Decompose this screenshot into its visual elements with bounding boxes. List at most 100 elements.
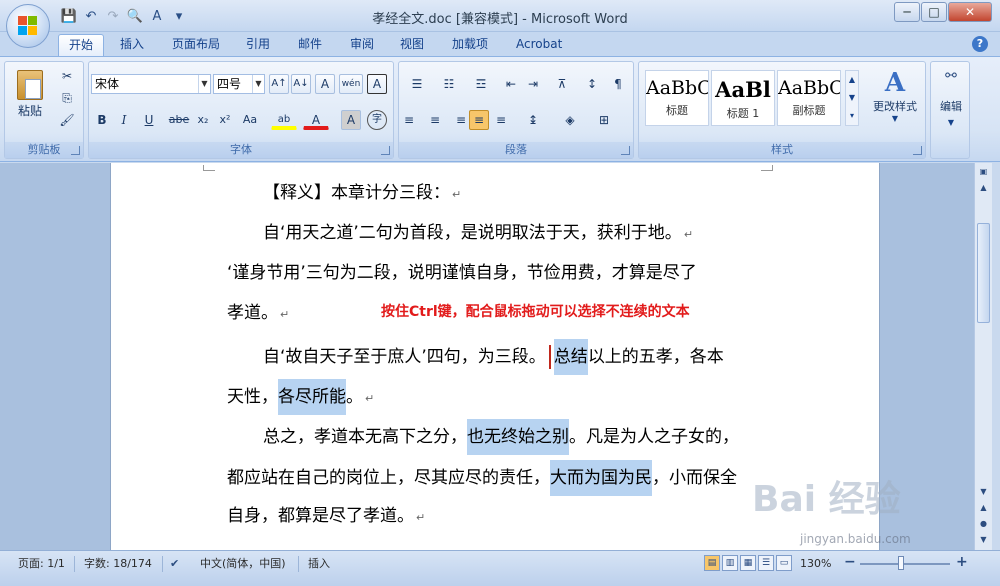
increase-indent-button[interactable]: ⇥ (523, 74, 543, 94)
outline-view-icon[interactable]: ☰ (758, 555, 774, 571)
numbering-button[interactable]: ☷ (435, 74, 463, 94)
character-shading-button[interactable]: A (341, 110, 361, 130)
tab-review[interactable]: 审阅 (340, 34, 384, 56)
chevron-down-icon[interactable]: ▼ (198, 75, 210, 93)
paste-label: 粘贴 (17, 104, 42, 118)
tab-page-layout[interactable]: 页面布局 (162, 34, 230, 56)
browse-object-icon[interactable]: ● (977, 517, 990, 531)
proofing-icon[interactable]: ✔ (170, 556, 179, 572)
scrollbar-thumb[interactable] (977, 223, 990, 323)
maximize-button[interactable]: □ (921, 2, 947, 22)
selected-text[interactable]: 总结 (553, 339, 588, 375)
editing-button[interactable]: ⚯ 编辑 ▼ (933, 68, 969, 138)
doc-line-text: 总之，孝道本无高下之分， (263, 427, 467, 447)
doc-line-text: 自身，都算是尽了孝道。 (227, 506, 414, 526)
bullets-button[interactable]: ☰ (403, 74, 431, 94)
tab-references[interactable]: 引用 (236, 34, 280, 56)
style-subtitle[interactable]: AaBbC 副标题 (777, 70, 841, 126)
font-launcher-icon[interactable] (381, 146, 390, 155)
center-button[interactable]: ≡ (425, 110, 445, 130)
zoom-slider-thumb[interactable] (898, 556, 904, 570)
style-title[interactable]: AaBbC 标题 (645, 70, 709, 126)
justify-button[interactable]: ≡ (469, 110, 489, 130)
zoom-level[interactable]: 130% (800, 556, 831, 572)
font-name-combo[interactable]: 宋体 ▼ (91, 74, 211, 94)
grow-font-button[interactable]: A↑ (269, 74, 289, 94)
minimize-button[interactable]: ─ (894, 2, 920, 22)
scroll-down-icon[interactable]: ▼ (977, 485, 990, 499)
superscript-button[interactable]: x² (215, 110, 235, 130)
next-page-icon[interactable]: ▼ (977, 533, 990, 547)
underline-button[interactable]: U (137, 110, 161, 130)
selected-text[interactable]: 各尽所能 (278, 379, 346, 415)
ruler-toggle-icon[interactable]: ▣ (977, 165, 990, 179)
zoom-slider[interactable] (860, 563, 950, 565)
tab-mailings[interactable]: 邮件 (288, 34, 332, 56)
styles-launcher-icon[interactable] (913, 146, 922, 155)
chevron-down-icon[interactable]: ▼ (252, 75, 264, 93)
highlight-button[interactable]: ab (271, 110, 297, 130)
copy-icon[interactable]: ⎘ (57, 88, 77, 108)
decrease-indent-button[interactable]: ⇤ (501, 74, 521, 94)
borders-button[interactable]: ⊞ (589, 110, 619, 130)
tab-home[interactable]: 开始 (58, 34, 105, 56)
clipboard-launcher-icon[interactable] (71, 146, 80, 155)
close-button[interactable]: ✕ (948, 2, 992, 22)
paragraph-launcher-icon[interactable] (621, 146, 630, 155)
strikethrough-button[interactable]: abe (167, 110, 191, 130)
draft-view-icon[interactable]: ▭ (776, 555, 792, 571)
change-case-button[interactable]: Aa (237, 110, 263, 130)
doc-line: 天性，各尽所能。 ↵ (227, 379, 374, 415)
character-border-button[interactable]: A (367, 74, 387, 94)
sort-button[interactable]: ↕ (581, 74, 603, 94)
tab-addins[interactable]: 加载项 (442, 34, 498, 56)
clear-formatting-button[interactable]: A (315, 74, 335, 94)
styles-scroll[interactable]: ▲ ▼ ▾ (845, 70, 859, 126)
bold-button[interactable]: B (93, 110, 111, 130)
selected-text[interactable]: 大而为国为民 (550, 460, 652, 496)
change-styles-button[interactable]: A 更改样式 ▼ (867, 68, 923, 128)
tab-view[interactable]: 视图 (390, 34, 434, 56)
subscript-button[interactable]: x₂ (193, 110, 213, 130)
show-marks-button[interactable]: ¶ (607, 74, 629, 94)
office-button[interactable] (6, 4, 50, 48)
line-spacing-button[interactable]: ↨ (519, 110, 547, 130)
paste-button[interactable]: 粘贴 (13, 68, 47, 124)
doc-line-text: 。 (346, 387, 363, 407)
shrink-font-button[interactable]: A↓ (291, 74, 311, 94)
web-layout-icon[interactable]: ▦ (740, 555, 756, 571)
style-heading-1[interactable]: AaBl 标题 1 (711, 70, 775, 126)
shading-button[interactable]: ◈ (555, 110, 585, 130)
scroll-up-icon[interactable]: ▲ (977, 181, 990, 195)
zoom-out-button[interactable]: − (844, 554, 856, 570)
zoom-in-button[interactable]: + (956, 554, 968, 570)
phonetic-guide-button[interactable]: wén (339, 74, 363, 94)
help-icon[interactable]: ? (972, 36, 988, 52)
distribute-button[interactable]: ≡ (491, 110, 511, 130)
selected-text[interactable]: 也无终始之别 (467, 419, 569, 455)
chinese-layout-button[interactable]: ⊼ (549, 74, 575, 94)
cut-icon[interactable]: ✂ (57, 66, 77, 86)
style-name: 副标题 (792, 104, 826, 117)
align-right-button[interactable]: ≡ (447, 110, 467, 130)
multilevel-list-button[interactable]: ☲ (467, 74, 495, 94)
full-screen-reading-icon[interactable]: ▥ (722, 555, 738, 571)
align-left-button[interactable]: ≡ (403, 110, 423, 130)
italic-button[interactable]: I (115, 110, 133, 130)
paragraph-mark-icon: ↵ (416, 511, 426, 524)
language-indicator[interactable]: 中文(简体，中国) (200, 556, 286, 572)
page-count[interactable]: 页面: 1/1 (18, 556, 65, 572)
vertical-scrollbar[interactable]: ▣ ▲ ▼ ▲ ● ▼ (974, 163, 992, 550)
insert-mode[interactable]: 插入 (308, 556, 330, 572)
format-painter-icon[interactable]: 🖌 (57, 110, 77, 130)
text-cursor (548, 345, 551, 369)
doc-line: ‘谨身节用’三句为二段，说明谨慎自身，节俭用费，才算是尽了 (227, 258, 697, 288)
previous-page-icon[interactable]: ▲ (977, 501, 990, 515)
tab-acrobat[interactable]: Acrobat (506, 34, 572, 56)
font-size-combo[interactable]: 四号 ▼ (213, 74, 265, 94)
word-count[interactable]: 字数: 18/174 (84, 556, 152, 572)
tab-insert[interactable]: 插入 (110, 34, 154, 56)
print-layout-view-icon[interactable]: ▤ (704, 555, 720, 571)
enclose-characters-button[interactable]: 字 (367, 110, 387, 130)
font-color-button[interactable]: A (303, 110, 329, 130)
